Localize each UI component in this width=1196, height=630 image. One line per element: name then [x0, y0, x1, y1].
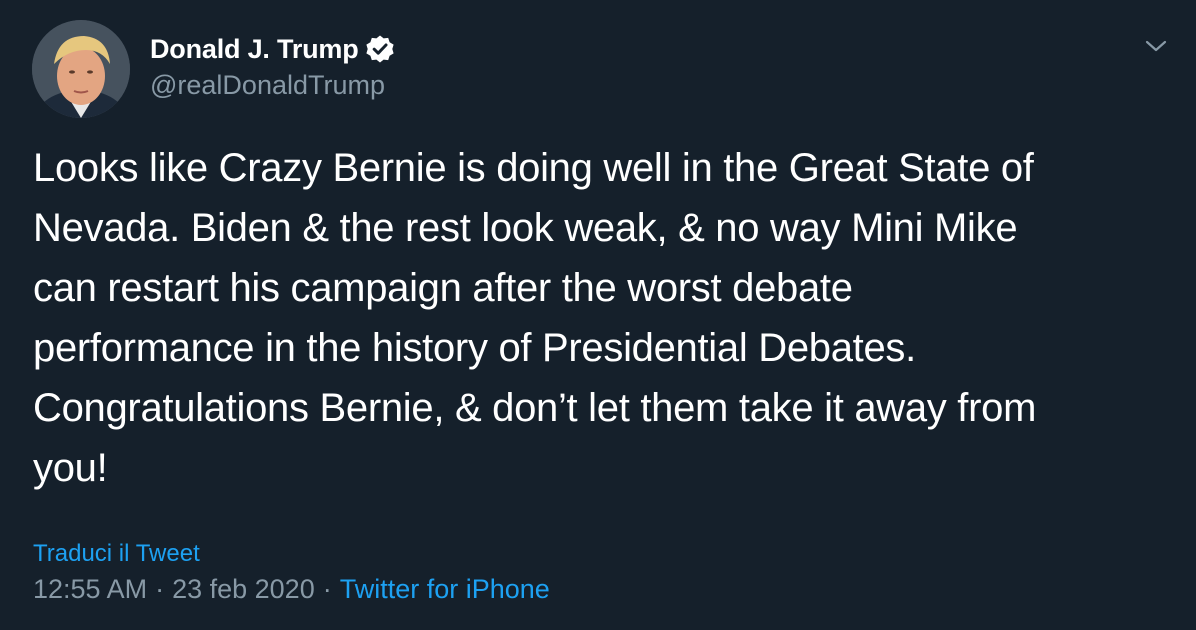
tweet-metadata: 12:55 AM · 23 feb 2020 · Twitter for iPhone [33, 574, 550, 605]
tweet-card: Donald J. Trump @realDonaldTrump Looks l… [0, 0, 1196, 630]
avatar-image [32, 20, 130, 118]
tweet-time[interactable]: 12:55 AM [33, 574, 147, 604]
tweet-source-link[interactable]: Twitter for iPhone [340, 574, 550, 604]
tweet-text: Looks like Crazy Bernie is doing well in… [33, 146, 1037, 490]
chevron-down-icon[interactable] [1142, 32, 1170, 60]
meta-separator: · [155, 574, 165, 604]
verified-badge-icon [365, 34, 395, 64]
tweet-author: Donald J. Trump @realDonaldTrump [150, 30, 395, 101]
author-name-row: Donald J. Trump [150, 30, 395, 68]
translate-tweet-link[interactable]: Traduci il Tweet [33, 540, 200, 568]
author-handle[interactable]: @realDonaldTrump [150, 70, 395, 101]
author-display-name[interactable]: Donald J. Trump [150, 34, 359, 65]
tweet-date[interactable]: 23 feb 2020 [172, 574, 315, 604]
avatar[interactable] [32, 20, 130, 118]
meta-separator: · [322, 574, 332, 604]
